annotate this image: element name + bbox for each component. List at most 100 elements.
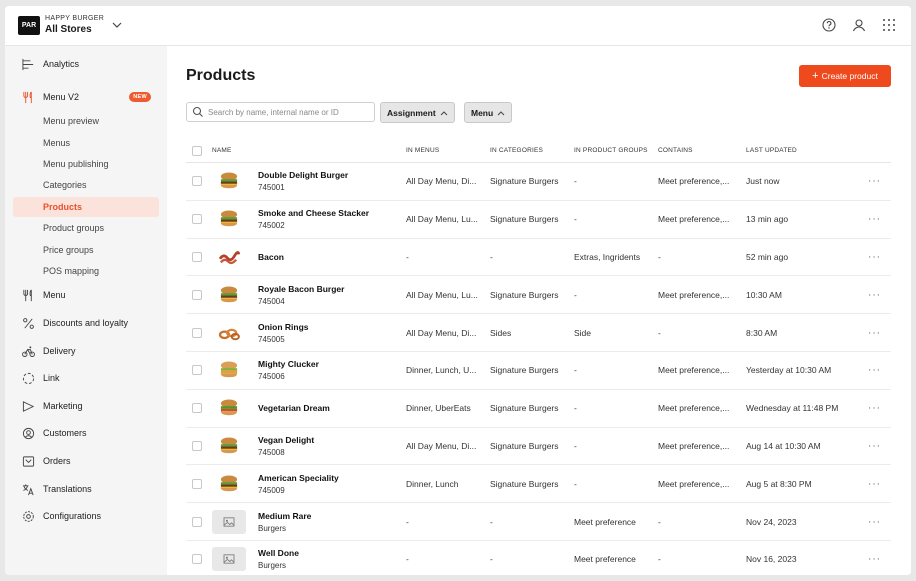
more-options-icon[interactable]: ··· bbox=[868, 289, 881, 300]
row-checkbox[interactable] bbox=[192, 554, 202, 565]
last-updated-cell: 10:30 AM bbox=[746, 289, 782, 300]
product-name[interactable]: Double Delight Burger bbox=[258, 170, 348, 180]
product-name[interactable]: Medium Rare bbox=[258, 511, 311, 521]
row-checkbox[interactable] bbox=[192, 403, 202, 414]
sidebar-item-orders[interactable]: Orders bbox=[13, 451, 159, 471]
table-row[interactable]: Bacon - - Extras, Ingridents - 52 min ago ··· bbox=[186, 239, 891, 277]
sidebar-item-menu-preview[interactable]: Menu preview bbox=[13, 111, 159, 131]
row-checkbox[interactable] bbox=[192, 478, 202, 489]
product-name[interactable]: Mighty Clucker bbox=[258, 359, 319, 369]
assignment-filter[interactable]: Assignment bbox=[380, 102, 455, 123]
sidebar-item-translations[interactable]: Translations bbox=[13, 479, 159, 499]
product-subtext: 745002 bbox=[258, 221, 285, 231]
row-checkbox[interactable] bbox=[192, 289, 202, 300]
sidebar-item-menu[interactable]: Menu bbox=[13, 285, 159, 305]
product-name[interactable]: Vegetarian Dream bbox=[258, 403, 330, 413]
user-icon[interactable] bbox=[851, 17, 867, 33]
more-options-icon[interactable]: ··· bbox=[868, 214, 881, 225]
sidebar-item-marketing[interactable]: Marketing bbox=[13, 396, 159, 416]
plus-icon: + bbox=[812, 70, 819, 82]
col-in-categories[interactable]: IN CATEGORIES bbox=[490, 147, 543, 154]
sidebar-item-configurations[interactable]: Configurations bbox=[13, 506, 159, 526]
in-categories-cell: - bbox=[490, 554, 493, 565]
col-name[interactable]: NAME bbox=[212, 147, 232, 154]
more-options-icon[interactable]: ··· bbox=[868, 327, 881, 338]
sidebar-item-link[interactable]: Link bbox=[13, 368, 159, 388]
image-placeholder-icon bbox=[212, 547, 246, 572]
sidebar-item-price-groups[interactable]: Price groups bbox=[13, 240, 159, 260]
row-checkbox[interactable] bbox=[192, 214, 202, 225]
row-checkbox[interactable] bbox=[192, 251, 202, 262]
top-bar: PAR HAPPY BURGER All Stores bbox=[5, 6, 911, 46]
col-last-updated[interactable]: LAST UPDATED bbox=[746, 147, 797, 154]
more-options-icon[interactable]: ··· bbox=[868, 251, 881, 262]
row-checkbox[interactable] bbox=[192, 176, 202, 187]
search-input[interactable] bbox=[208, 107, 368, 117]
product-name[interactable]: Onion Rings bbox=[258, 322, 309, 332]
more-options-icon[interactable]: ··· bbox=[868, 176, 881, 187]
table-row[interactable]: Smoke and Cheese Stacker 745002 All Day Me… bbox=[186, 201, 891, 239]
product-subtext: Burgers bbox=[258, 561, 287, 571]
in-categories-cell: Signature Burgers bbox=[490, 403, 559, 414]
contains-cell: Meet preference,... bbox=[658, 478, 730, 489]
chevron-down-icon[interactable] bbox=[111, 20, 123, 30]
table-row[interactable]: Double Delight Burger 745001 All Day Menu,… bbox=[186, 163, 891, 201]
sidebar-item-menus[interactable]: Menus bbox=[13, 133, 159, 153]
more-options-icon[interactable]: ··· bbox=[868, 478, 881, 489]
product-name[interactable]: Royale Bacon Burger bbox=[258, 284, 344, 294]
sidebar-item-categories[interactable]: Categories bbox=[13, 175, 159, 195]
sidebar-item-discounts-and-loyalty[interactable]: Discounts and loyalty bbox=[13, 313, 159, 333]
in-categories-cell: Signature Burgers bbox=[490, 440, 559, 451]
table-row[interactable]: Well Done Burgers - - Meet preference - Nov 16… bbox=[186, 541, 891, 575]
create-product-label: Create product bbox=[821, 71, 878, 81]
product-name[interactable]: American Speciality bbox=[258, 473, 339, 483]
apps-grid-icon[interactable] bbox=[881, 17, 897, 33]
sidebar-item-customers[interactable]: Customers bbox=[13, 423, 159, 443]
col-in-product-groups[interactable]: IN PRODUCT GROUPS bbox=[574, 147, 648, 154]
product-name[interactable]: Well Done bbox=[258, 548, 299, 558]
sidebar-item-product-groups[interactable]: Product groups bbox=[13, 218, 159, 238]
sidebar-item-analytics[interactable]: Analytics bbox=[13, 54, 159, 74]
row-checkbox[interactable] bbox=[192, 327, 202, 338]
store-switcher[interactable]: HAPPY BURGER All Stores bbox=[45, 15, 104, 35]
row-checkbox[interactable] bbox=[192, 365, 202, 376]
menu-filter[interactable]: Menu bbox=[464, 102, 513, 123]
help-icon[interactable] bbox=[821, 17, 837, 33]
last-updated-cell: 13 min ago bbox=[746, 214, 789, 225]
table-row[interactable]: Medium Rare Burgers - - Meet preference - Nov … bbox=[186, 503, 891, 541]
product-name[interactable]: Bacon bbox=[258, 252, 284, 262]
more-options-icon[interactable]: ··· bbox=[868, 516, 881, 527]
more-options-icon[interactable]: ··· bbox=[868, 365, 881, 376]
customers-icon bbox=[21, 426, 35, 440]
in-product-groups-cell: - bbox=[574, 440, 577, 451]
in-menus-cell: All Day Menu, Lu... bbox=[406, 214, 478, 225]
col-contains[interactable]: CONTAINS bbox=[658, 147, 693, 154]
sidebar-item-label: Marketing bbox=[43, 401, 83, 411]
sidebar-item-delivery[interactable]: Delivery bbox=[13, 341, 159, 361]
more-options-icon[interactable]: ··· bbox=[868, 554, 881, 565]
sidebar-item-menu-publishing[interactable]: Menu publishing bbox=[13, 154, 159, 174]
table-row[interactable]: Mighty Clucker 745006 Dinner, Lunch, U... S… bbox=[186, 352, 891, 390]
link-circle-icon bbox=[21, 371, 35, 385]
table-row[interactable]: American Speciality 745009 Dinner, Lunch Si… bbox=[186, 465, 891, 504]
more-options-icon[interactable]: ··· bbox=[868, 440, 881, 451]
more-options-icon[interactable]: ··· bbox=[868, 403, 881, 414]
table-row[interactable]: Royale Bacon Burger 745004 All Day Menu, L… bbox=[186, 276, 891, 315]
row-checkbox[interactable] bbox=[192, 516, 202, 527]
create-product-button[interactable]: + Create product bbox=[799, 65, 891, 87]
sidebar-item-menu-v2[interactable]: Menu V2 NEW bbox=[13, 87, 159, 107]
row-checkbox[interactable] bbox=[192, 440, 202, 451]
in-menus-cell: - bbox=[406, 554, 409, 565]
table-row[interactable]: Onion Rings 745005 All Day Menu, Di... Side… bbox=[186, 314, 891, 352]
store-name: All Stores bbox=[45, 24, 92, 35]
product-name[interactable]: Smoke and Cheese Stacker bbox=[258, 208, 369, 218]
sidebar-item-products[interactable]: Products bbox=[13, 197, 159, 217]
select-all-checkbox[interactable] bbox=[192, 145, 202, 156]
col-in-menus[interactable]: IN MENUS bbox=[406, 147, 439, 154]
sidebar-item-pos-mapping[interactable]: POS mapping bbox=[13, 261, 159, 281]
product-name[interactable]: Vegan Delight bbox=[258, 435, 314, 445]
table-row[interactable]: Vegetarian Dream Dinner, UberEats Signatur… bbox=[186, 390, 891, 428]
search-box[interactable] bbox=[186, 102, 375, 122]
table-row[interactable]: Vegan Delight 745008 All Day Menu, Di... Si… bbox=[186, 428, 891, 466]
product-subtext: Burgers bbox=[258, 523, 287, 533]
